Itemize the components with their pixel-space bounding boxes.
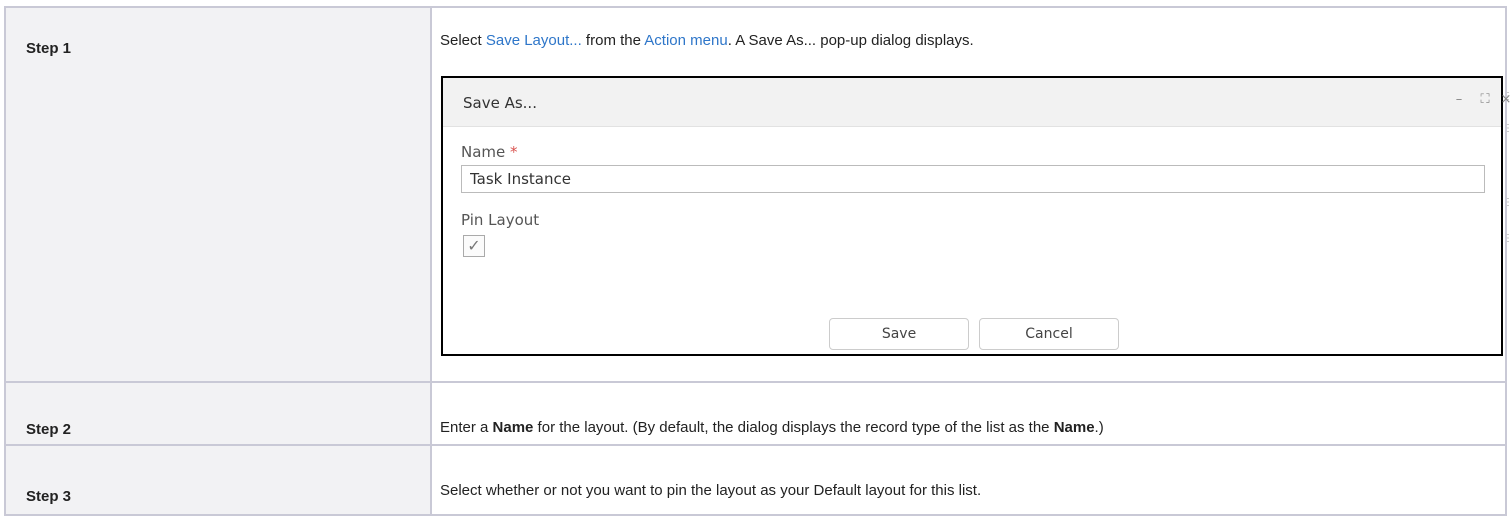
step-description: Select whether or not you want to pin th… <box>440 481 982 499</box>
minimize-icon[interactable]: – <box>1451 92 1467 107</box>
step-label-cell: Step 1 <box>4 5 432 384</box>
step-label-cell: Step 2 <box>4 381 432 446</box>
step-description-cell: Select whether or not you want to pin th… <box>430 443 1507 516</box>
resize-handle-icon[interactable]: ⋮ <box>1503 92 1511 102</box>
step-label: Step 1 <box>26 40 72 57</box>
dialog-title: Save As... <box>463 94 537 112</box>
checkmark-icon: ✓ <box>467 236 481 255</box>
resize-handle-icon[interactable]: ⋮ <box>1503 124 1511 134</box>
name-label-text: Name <box>461 143 506 161</box>
dialog-header[interactable]: Save As... – ⛶ × <box>443 78 1511 127</box>
description-text: for the layout. (By default, the dialog … <box>533 419 1054 437</box>
name-input[interactable] <box>461 165 1485 193</box>
resize-handle-icon[interactable]: ⋮ <box>1503 234 1511 244</box>
step-description-cell: Enter a Name for the layout. (By default… <box>430 381 1507 446</box>
description-text: .) <box>1094 419 1104 437</box>
description-bold: Name <box>1053 419 1095 437</box>
name-field-label: Name * <box>461 143 518 161</box>
description-text: from the <box>581 32 645 49</box>
required-marker: * <box>510 143 518 161</box>
description-text: . A Save As... pop-up dialog displays. <box>727 32 974 49</box>
description-bold: Name <box>492 419 534 437</box>
step-label: Step 2 <box>26 421 72 439</box>
save-button[interactable]: Save <box>829 318 969 350</box>
step-description: Select Save Layout... from the Action me… <box>432 8 1505 50</box>
step-label-cell: Step 3 <box>4 443 432 516</box>
save-as-dialog: Save As... – ⛶ × Name * Pin Layout ✓ Sav… <box>441 76 1511 356</box>
cancel-button[interactable]: Cancel <box>979 318 1119 350</box>
action-menu-link[interactable]: Action menu <box>644 32 727 49</box>
step-row: Step 3 Select whether or not you want to… <box>4 443 1507 516</box>
resize-handle-icon[interactable]: ⋮ <box>1503 198 1511 208</box>
maximize-icon[interactable]: ⛶ <box>1477 92 1493 107</box>
pin-layout-label: Pin Layout <box>461 211 540 229</box>
description-text: Enter a <box>440 419 493 437</box>
save-layout-link[interactable]: Save Layout... <box>486 32 582 49</box>
step-label: Step 3 <box>26 487 72 505</box>
step-description: Enter a Name for the layout. (By default… <box>432 383 1505 437</box>
description-text: Select <box>440 32 486 49</box>
step-row: Step 2 Enter a Name for the layout. (By … <box>4 381 1507 446</box>
pin-layout-checkbox[interactable]: ✓ <box>463 235 485 257</box>
